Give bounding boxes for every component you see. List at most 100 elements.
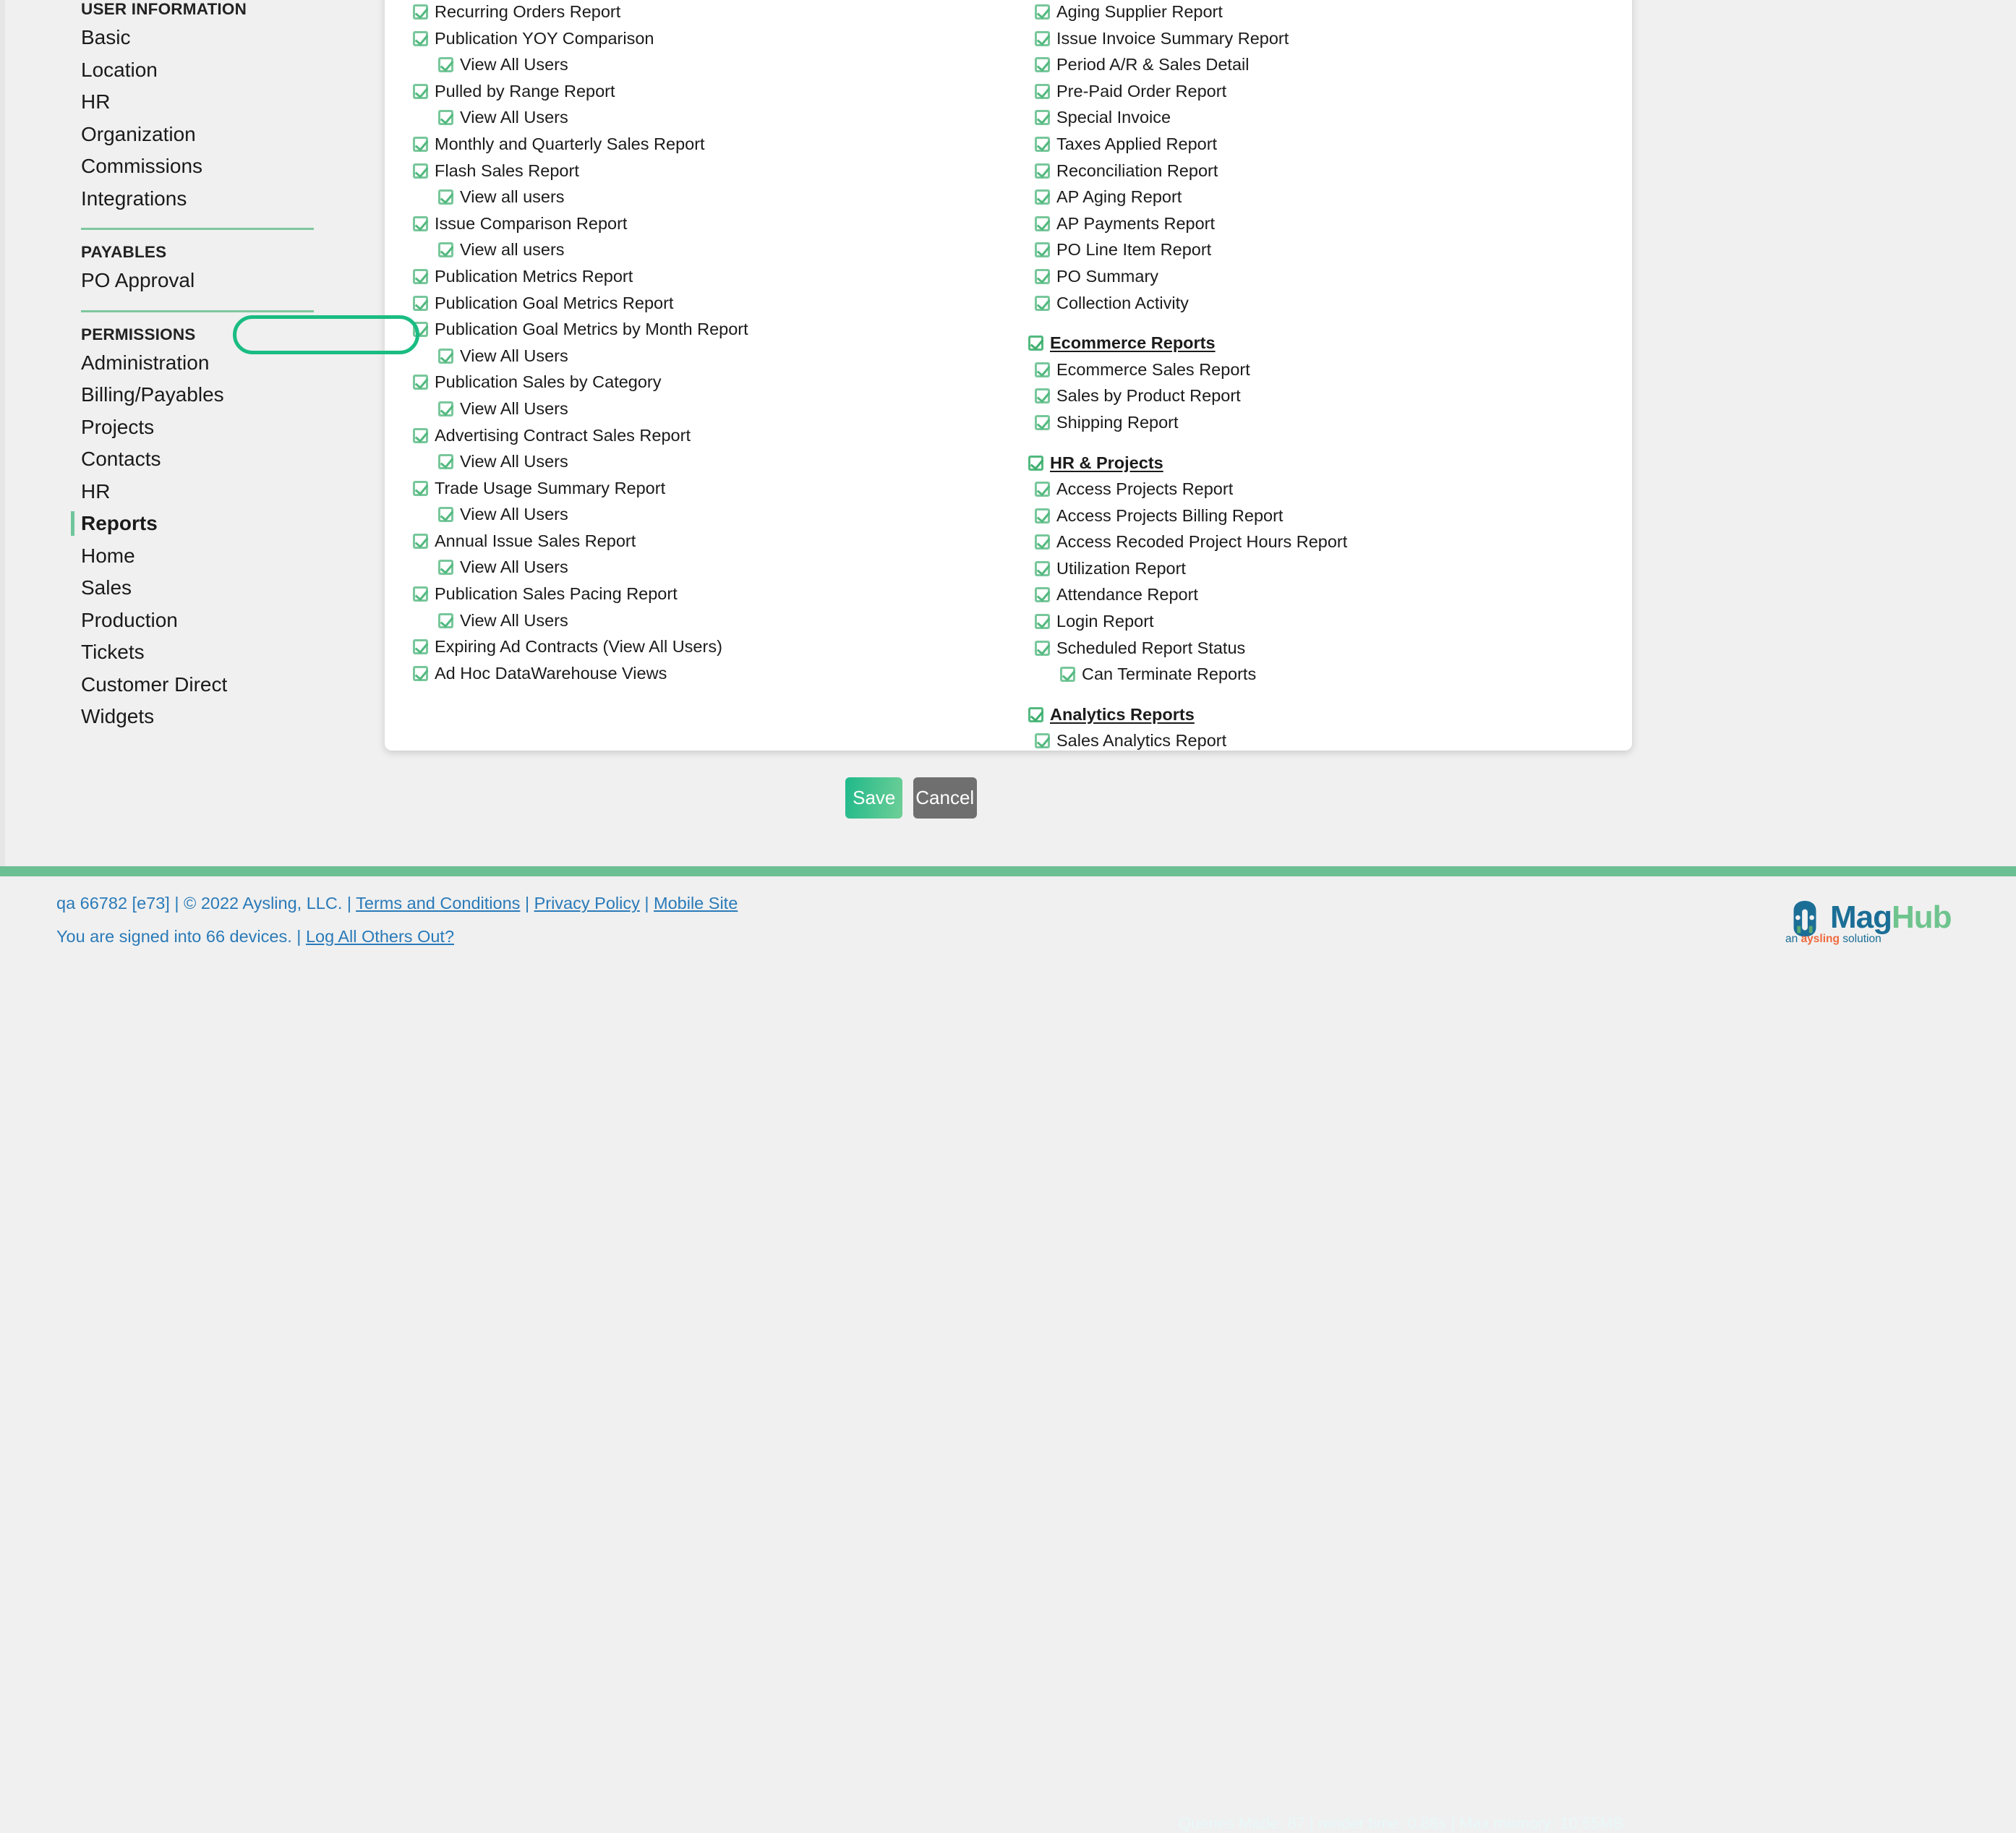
sidebar-item-production[interactable]: Production <box>71 604 331 637</box>
checkbox-checked-icon[interactable] <box>1035 189 1050 205</box>
log-all-others-out-link[interactable]: Log All Others Out? <box>306 927 454 946</box>
checkbox-checked-icon[interactable] <box>413 216 428 231</box>
checkbox-checked-icon[interactable] <box>1035 534 1050 550</box>
sidebar-item-organization[interactable]: Organization <box>71 119 331 151</box>
checkbox-checked-icon[interactable] <box>1035 362 1050 377</box>
permission-row[interactable]: Publication Metrics Report <box>406 265 1028 291</box>
checkbox-checked-icon[interactable] <box>413 84 428 99</box>
checkbox-checked-icon[interactable] <box>438 242 453 257</box>
sidebar-item-widgets[interactable]: Widgets <box>71 701 331 733</box>
permission-row[interactable]: PO Summary <box>1028 265 1621 291</box>
permission-row[interactable]: Access Projects Report <box>1028 477 1621 504</box>
terms-and-conditions-link[interactable]: Terms and Conditions <box>356 894 520 913</box>
permission-row[interactable]: PO Line Item Report <box>1028 238 1621 265</box>
checkbox-checked-icon[interactable] <box>1035 57 1050 72</box>
checkbox-checked-icon[interactable] <box>413 296 428 311</box>
permission-row[interactable]: Utilization Report <box>1028 557 1621 584</box>
permission-row[interactable]: Attendance Report <box>1028 583 1621 610</box>
permission-row[interactable]: Period A/R & Sales Detail <box>1028 53 1621 80</box>
checkbox-checked-icon[interactable] <box>1035 587 1050 602</box>
permission-row[interactable]: Issue Comparison Report <box>406 212 1028 239</box>
checkbox-checked-icon[interactable] <box>1035 296 1050 311</box>
permission-row[interactable]: Recurring Orders Report <box>406 0 1028 27</box>
permission-row[interactable]: Pulled by Range Report <box>406 80 1028 106</box>
sidebar-item-home[interactable]: Home <box>71 540 331 573</box>
mobile-site-link[interactable]: Mobile Site <box>654 894 738 913</box>
checkbox-checked-icon[interactable] <box>413 428 428 443</box>
permission-row[interactable]: AP Aging Report <box>1028 185 1621 212</box>
checkbox-checked-icon[interactable] <box>1035 137 1050 152</box>
checkbox-checked-icon[interactable] <box>1035 242 1050 257</box>
permission-row[interactable]: Advertising Contract Sales Report <box>406 424 1028 450</box>
permission-row[interactable]: View All Users <box>406 344 1028 371</box>
permission-row[interactable]: Sales by Product Report <box>1028 384 1621 411</box>
permission-row[interactable]: View All Users <box>406 106 1028 132</box>
permission-row[interactable]: Access Recoded Project Hours Report <box>1028 530 1621 557</box>
permission-row[interactable]: View All Users <box>406 450 1028 477</box>
permission-row[interactable]: Sales Analytics Report <box>1028 729 1621 751</box>
checkbox-checked-icon[interactable] <box>438 349 453 364</box>
checkbox-checked-icon[interactable] <box>1035 482 1050 497</box>
permission-row[interactable]: View All Users <box>406 53 1028 80</box>
permission-row[interactable]: Publication Sales Pacing Report <box>406 582 1028 609</box>
permission-row[interactable]: View All Users <box>406 555 1028 582</box>
checkbox-checked-icon[interactable] <box>1035 216 1050 231</box>
checkbox-checked-icon[interactable] <box>1028 456 1043 471</box>
permission-row[interactable]: Shipping Report <box>1028 411 1621 437</box>
checkbox-checked-icon[interactable] <box>413 534 428 549</box>
permission-row[interactable]: View all users <box>406 185 1028 212</box>
checkbox-checked-icon[interactable] <box>413 269 428 284</box>
checkbox-checked-icon[interactable] <box>1035 84 1050 99</box>
permission-row[interactable]: Expiring Ad Contracts (View All Users) <box>406 635 1028 662</box>
checkbox-checked-icon[interactable] <box>413 375 428 390</box>
permission-row[interactable]: Can Terminate Reports <box>1028 662 1621 689</box>
checkbox-checked-icon[interactable] <box>438 57 453 72</box>
sidebar-item-commissions[interactable]: Commissions <box>71 150 331 183</box>
checkbox-checked-icon[interactable] <box>1028 707 1043 722</box>
sidebar-item-integrations[interactable]: Integrations <box>71 183 331 215</box>
checkbox-checked-icon[interactable] <box>1035 388 1050 403</box>
permission-row[interactable]: Publication YOY Comparison <box>406 27 1028 54</box>
checkbox-checked-icon[interactable] <box>438 507 453 522</box>
checkbox-checked-icon[interactable] <box>1035 641 1050 656</box>
permission-row[interactable]: Aging Supplier Report <box>1028 0 1621 27</box>
sidebar-item-basic[interactable]: Basic <box>71 22 331 54</box>
checkbox-checked-icon[interactable] <box>413 666 428 681</box>
permission-row[interactable]: Special Invoice <box>1028 106 1621 132</box>
permission-row[interactable]: Collection Activity <box>1028 291 1621 318</box>
sidebar-item-hr[interactable]: HR <box>71 86 331 119</box>
permission-row[interactable]: Monthly and Quarterly Sales Report <box>406 132 1028 159</box>
sidebar-item-projects[interactable]: Projects <box>71 411 331 444</box>
checkbox-checked-icon[interactable] <box>438 613 453 628</box>
checkbox-checked-icon[interactable] <box>1035 508 1050 524</box>
sidebar-item-reports[interactable]: Reports <box>71 508 331 540</box>
checkbox-checked-icon[interactable] <box>1060 667 1075 682</box>
checkbox-checked-icon[interactable] <box>413 137 428 152</box>
permission-row[interactable]: Publication Goal Metrics by Month Report <box>406 317 1028 344</box>
checkbox-checked-icon[interactable] <box>413 639 428 654</box>
checkbox-checked-icon[interactable] <box>1035 733 1050 748</box>
permission-section-row[interactable]: HR & Projects <box>1028 451 1621 478</box>
checkbox-checked-icon[interactable] <box>413 586 428 602</box>
checkbox-checked-icon[interactable] <box>438 454 453 469</box>
checkbox-checked-icon[interactable] <box>413 163 428 179</box>
permission-row[interactable]: Ad Hoc DataWarehouse Views <box>406 662 1028 688</box>
permission-row[interactable]: View All Users <box>406 609 1028 636</box>
sidebar-item-tickets[interactable]: Tickets <box>71 636 331 669</box>
permission-row[interactable]: Scheduled Report Status <box>1028 636 1621 663</box>
permission-row[interactable]: Login Report <box>1028 610 1621 636</box>
checkbox-checked-icon[interactable] <box>1035 163 1050 179</box>
permission-row[interactable]: View All Users <box>406 397 1028 424</box>
permission-row[interactable]: Publication Goal Metrics Report <box>406 291 1028 318</box>
sidebar-item-billing-payables[interactable]: Billing/Payables <box>71 379 331 411</box>
sidebar-item-sales[interactable]: Sales <box>71 572 331 604</box>
permission-row[interactable]: Ecommerce Sales Report <box>1028 358 1621 385</box>
permission-row[interactable]: AP Payments Report <box>1028 212 1621 239</box>
cancel-button[interactable]: Cancel <box>913 777 977 819</box>
permission-row[interactable]: Issue Invoice Summary Report <box>1028 27 1621 54</box>
checkbox-checked-icon[interactable] <box>413 31 428 46</box>
permission-section-row[interactable]: Analytics Reports <box>1028 703 1621 730</box>
permission-row[interactable]: Access Projects Billing Report <box>1028 504 1621 531</box>
sidebar-item-administration[interactable]: Administration <box>71 347 331 380</box>
checkbox-checked-icon[interactable] <box>1035 269 1050 284</box>
